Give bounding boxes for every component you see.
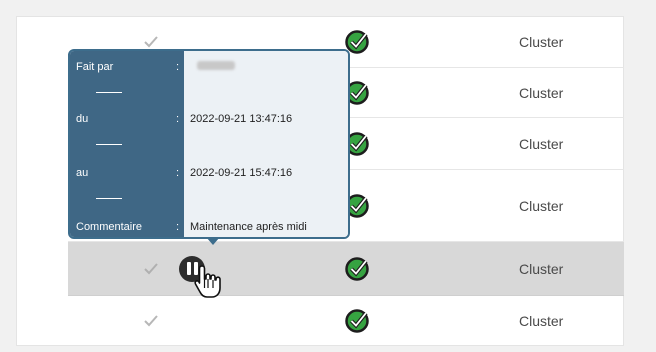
colon: : <box>176 113 180 125</box>
tooltip-value-column <box>184 51 348 237</box>
colon: : <box>176 221 180 233</box>
commentaire-label: Commentaire <box>76 221 143 233</box>
colon: : <box>176 167 180 179</box>
separator <box>96 198 122 199</box>
commentaire-value: Maintenance après midi <box>190 221 307 233</box>
colon: : <box>176 61 180 73</box>
type-cell: Cluster <box>519 33 564 50</box>
type-cell: Cluster <box>519 84 564 101</box>
separator <box>96 144 122 145</box>
check-icon <box>140 258 162 280</box>
check-icon <box>140 310 162 332</box>
fait-par-label: Fait par <box>76 61 114 73</box>
au-label: au <box>76 167 89 179</box>
hand-cursor-icon <box>194 265 221 298</box>
type-cell: Cluster <box>519 260 564 277</box>
du-value: 2022-09-21 13:47:16 <box>190 113 293 125</box>
blurred-user-name <box>197 61 235 70</box>
separator <box>96 92 122 93</box>
maintenance-tooltip: Fait par : du : 2022-09-21 13:47:16 au :… <box>68 49 350 245</box>
du-label: du <box>76 113 89 125</box>
type-cell: Cluster <box>519 135 564 152</box>
status-ok-icon <box>344 255 372 283</box>
type-cell: Cluster <box>519 197 564 214</box>
tooltip-label-column <box>70 51 184 237</box>
table-row[interactable]: Cluster <box>68 242 624 296</box>
au-value: 2022-09-21 15:47:16 <box>190 167 293 179</box>
type-cell: Cluster <box>519 313 564 329</box>
status-ok-icon <box>344 307 372 335</box>
pause-icon <box>186 262 191 275</box>
tooltip-pointer <box>206 237 220 245</box>
table-row[interactable]: Cluster <box>68 296 624 346</box>
